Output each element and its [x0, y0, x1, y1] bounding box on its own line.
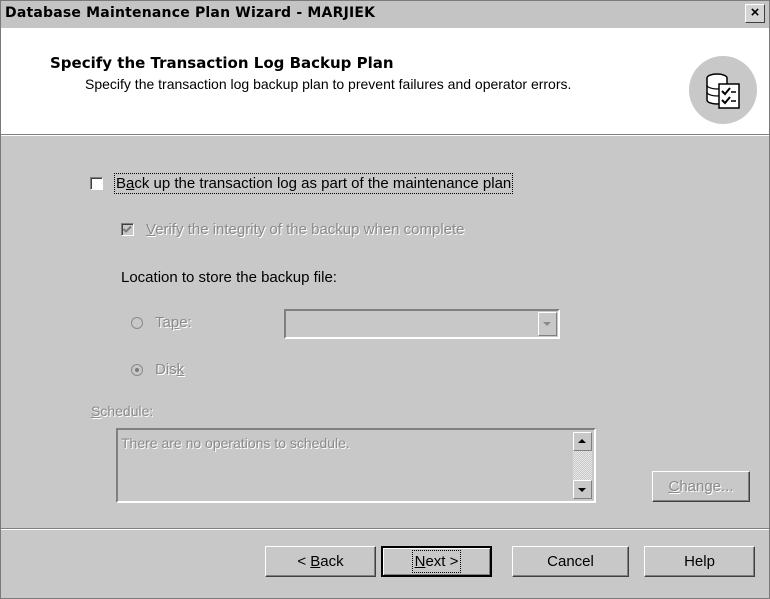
tape-radio[interactable]: [131, 317, 143, 329]
page-title: Specify the Transaction Log Backup Plan: [50, 54, 394, 72]
disk-label: Disk: [155, 361, 185, 378]
database-checklist-icon: [689, 56, 757, 124]
checkmark-icon: [123, 225, 132, 233]
schedule-box[interactable]: There are no operations to schedule.: [116, 428, 596, 503]
window-title: Database Maintenance Plan Wizard - MARJI…: [5, 5, 376, 21]
wizard-window: Database Maintenance Plan Wizard - MARJI…: [0, 0, 770, 599]
back-button[interactable]: < Back: [265, 546, 376, 577]
wizard-header: Specify the Transaction Log Backup Plan …: [1, 28, 769, 135]
tape-label: Tape:: [155, 314, 192, 331]
help-button[interactable]: Help: [644, 546, 755, 577]
arrow-down-icon: [578, 488, 586, 492]
verify-checkbox[interactable]: [121, 223, 134, 236]
change-button[interactable]: Change...: [652, 471, 750, 502]
chevron-down-icon: [543, 322, 551, 326]
verify-label: Verify the integrity of the backup when …: [146, 221, 465, 238]
schedule-text: There are no operations to schedule.: [121, 435, 350, 451]
header-separator: [1, 135, 769, 136]
next-button[interactable]: Next >: [381, 546, 492, 577]
close-button[interactable]: ×: [745, 4, 765, 23]
tape-device-combo[interactable]: [284, 309, 560, 339]
scroll-up-button[interactable]: [573, 432, 592, 451]
arrow-up-icon: [578, 439, 586, 443]
schedule-scrollbar[interactable]: [573, 432, 592, 499]
backup-log-label[interactable]: Back up the transaction log as part of t…: [113, 173, 514, 194]
location-label: Location to store the backup file:: [121, 269, 337, 286]
title-bar[interactable]: Database Maintenance Plan Wizard - MARJI…: [1, 1, 769, 28]
scroll-down-button[interactable]: [573, 480, 592, 499]
page-subtitle: Specify the transaction log backup plan …: [85, 76, 572, 92]
cancel-button[interactable]: Cancel: [512, 546, 629, 577]
backup-log-checkbox[interactable]: [90, 177, 103, 190]
disk-radio[interactable]: [131, 364, 143, 376]
combo-dropdown-button[interactable]: [538, 312, 557, 336]
scroll-track[interactable]: [573, 451, 592, 480]
schedule-label: Schedule:: [91, 403, 154, 419]
